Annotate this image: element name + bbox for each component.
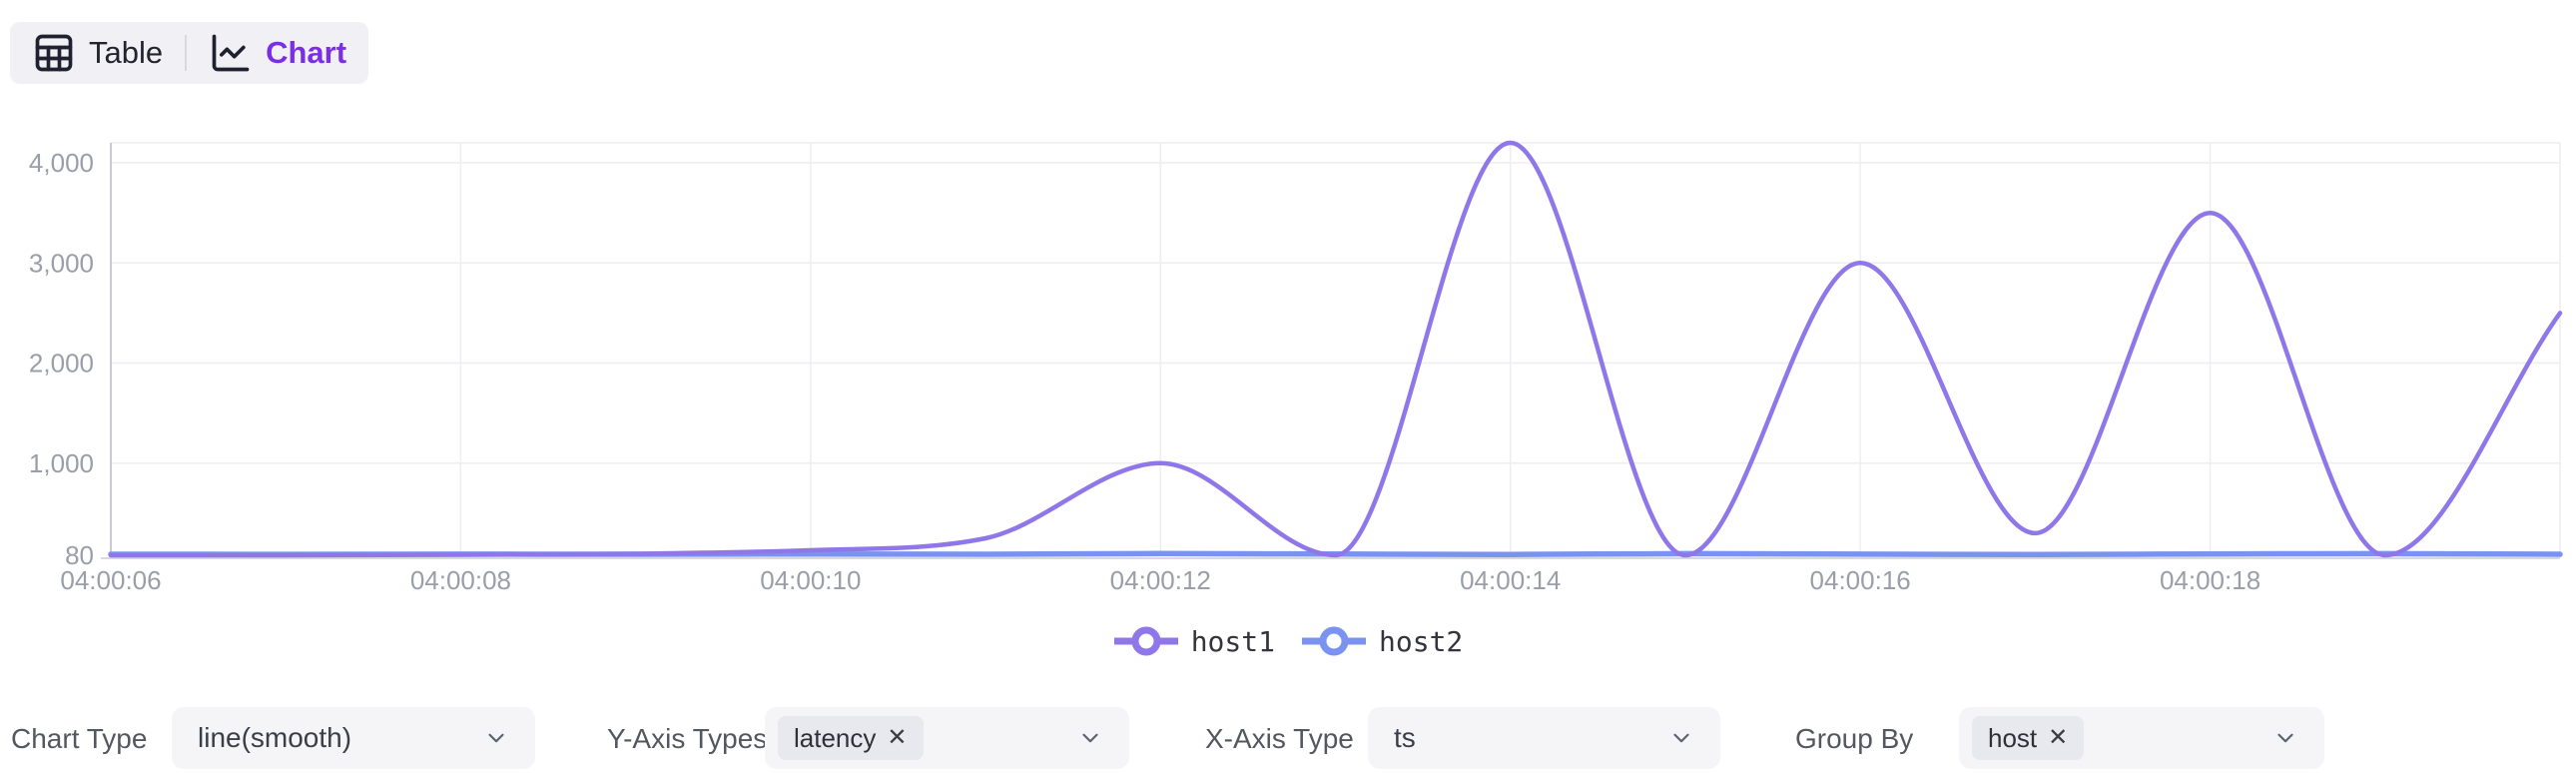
legend-item-host2[interactable]: host2 [1301,623,1463,659]
svg-text:2,000: 2,000 [29,349,94,379]
chart-type-label: Chart Type [11,723,147,755]
chevron-down-icon [1077,725,1103,751]
remove-tag-icon[interactable]: ✕ [2048,726,2068,750]
svg-text:04:00:08: 04:00:08 [410,565,511,595]
chevron-down-icon [483,725,509,751]
chart-type-select[interactable]: line(smooth) [172,707,535,769]
legend-item-host1[interactable]: host1 [1113,623,1275,659]
chart-canvas[interactable]: 801,0002,0003,0004,00004:00:0604:00:0804… [0,0,2576,619]
remove-tag-icon[interactable]: ✕ [887,726,907,750]
y-axis-tag-latency: latency ✕ [778,716,924,760]
svg-text:4,000: 4,000 [29,148,94,178]
series-marker-icon [1113,623,1179,659]
svg-text:04:00:06: 04:00:06 [60,565,161,595]
chevron-down-icon [2272,725,2298,751]
chart-type-value: line(smooth) [198,722,351,754]
series-marker-icon [1301,623,1367,659]
svg-text:04:00:14: 04:00:14 [1460,565,1561,595]
x-axis-type-label: X-Axis Type [1205,723,1354,755]
tag-text: host [1988,723,2037,754]
y-axis-types-label: Y-Axis Types [607,723,767,755]
group-by-select[interactable]: host ✕ [1959,707,2324,769]
x-axis-type-value: ts [1394,722,1416,754]
svg-text:04:00:10: 04:00:10 [760,565,861,595]
svg-text:1,000: 1,000 [29,448,94,478]
svg-text:04:00:16: 04:00:16 [1810,565,1911,595]
group-by-tag-host: host ✕ [1972,716,2084,760]
chart-legend: host1 host2 [0,623,2576,659]
chevron-down-icon [1668,725,1694,751]
tag-text: latency [794,723,876,754]
y-axis-types-select[interactable]: latency ✕ [765,707,1129,769]
svg-text:3,000: 3,000 [29,248,94,278]
x-axis-type-select[interactable]: ts [1368,707,1720,769]
group-by-label: Group By [1795,723,1913,755]
legend-label: host1 [1191,625,1275,658]
svg-text:04:00:18: 04:00:18 [2160,565,2260,595]
svg-text:04:00:12: 04:00:12 [1110,565,1211,595]
legend-label: host2 [1379,625,1463,658]
